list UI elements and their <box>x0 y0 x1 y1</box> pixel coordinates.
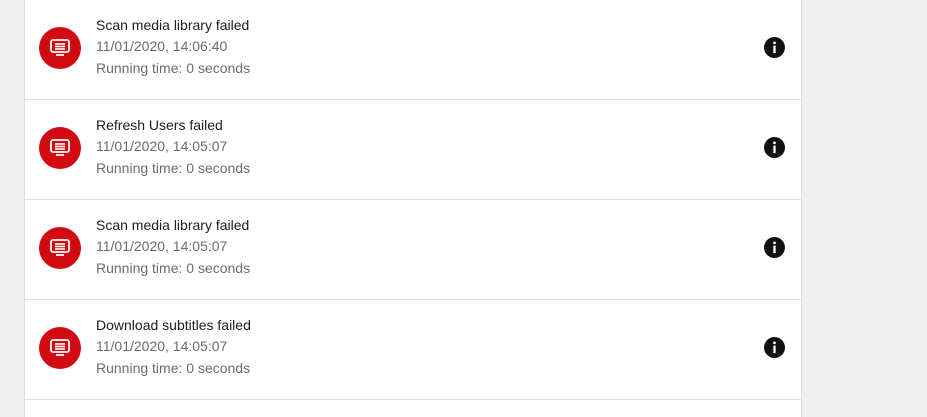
entry-date: 11/01/2020, 14:06:40 <box>96 38 228 54</box>
page: Scan media library failed 11/01/2020, 14… <box>0 0 927 417</box>
entry-running-time: Running time: 0 seconds <box>96 160 251 176</box>
entry-title: Scan media library failed <box>96 217 250 233</box>
entry-running-time: Running time: 0 seconds <box>96 260 251 276</box>
notes-icon <box>39 27 81 69</box>
info-icon[interactable] <box>763 236 785 258</box>
list-item[interactable]: Scan media library failed 11/01/2020, 14… <box>25 0 801 100</box>
entry-date: 11/01/2020, 14:05:07 <box>96 138 228 154</box>
info-icon[interactable] <box>763 36 785 58</box>
entry-date: 11/01/2020, 14:05:07 <box>96 238 228 254</box>
entry-title: Refresh Users failed <box>96 117 223 133</box>
info-icon[interactable] <box>763 336 785 358</box>
entry-title: Download subtitles failed <box>96 317 251 333</box>
list-item[interactable]: Scan media library failed 11/01/2020, 14… <box>25 200 801 300</box>
entry-title: Scan media library failed <box>96 17 250 33</box>
info-icon[interactable] <box>763 136 785 158</box>
entry-running-time: Running time: 0 seconds <box>96 60 251 76</box>
entry-date: 11/01/2020, 14:05:07 <box>96 338 228 354</box>
activity-log-list: Scan media library failed 11/01/2020, 14… <box>24 0 802 417</box>
notes-icon <box>39 127 81 169</box>
list-item[interactable]: Download subtitles failed 11/01/2020, 14… <box>25 300 801 400</box>
notes-icon <box>39 227 81 269</box>
notes-icon <box>39 327 81 369</box>
entry-running-time: Running time: 0 seconds <box>96 360 251 376</box>
list-item[interactable]: Refresh Users failed 11/01/2020, 14:05:0… <box>25 100 801 200</box>
